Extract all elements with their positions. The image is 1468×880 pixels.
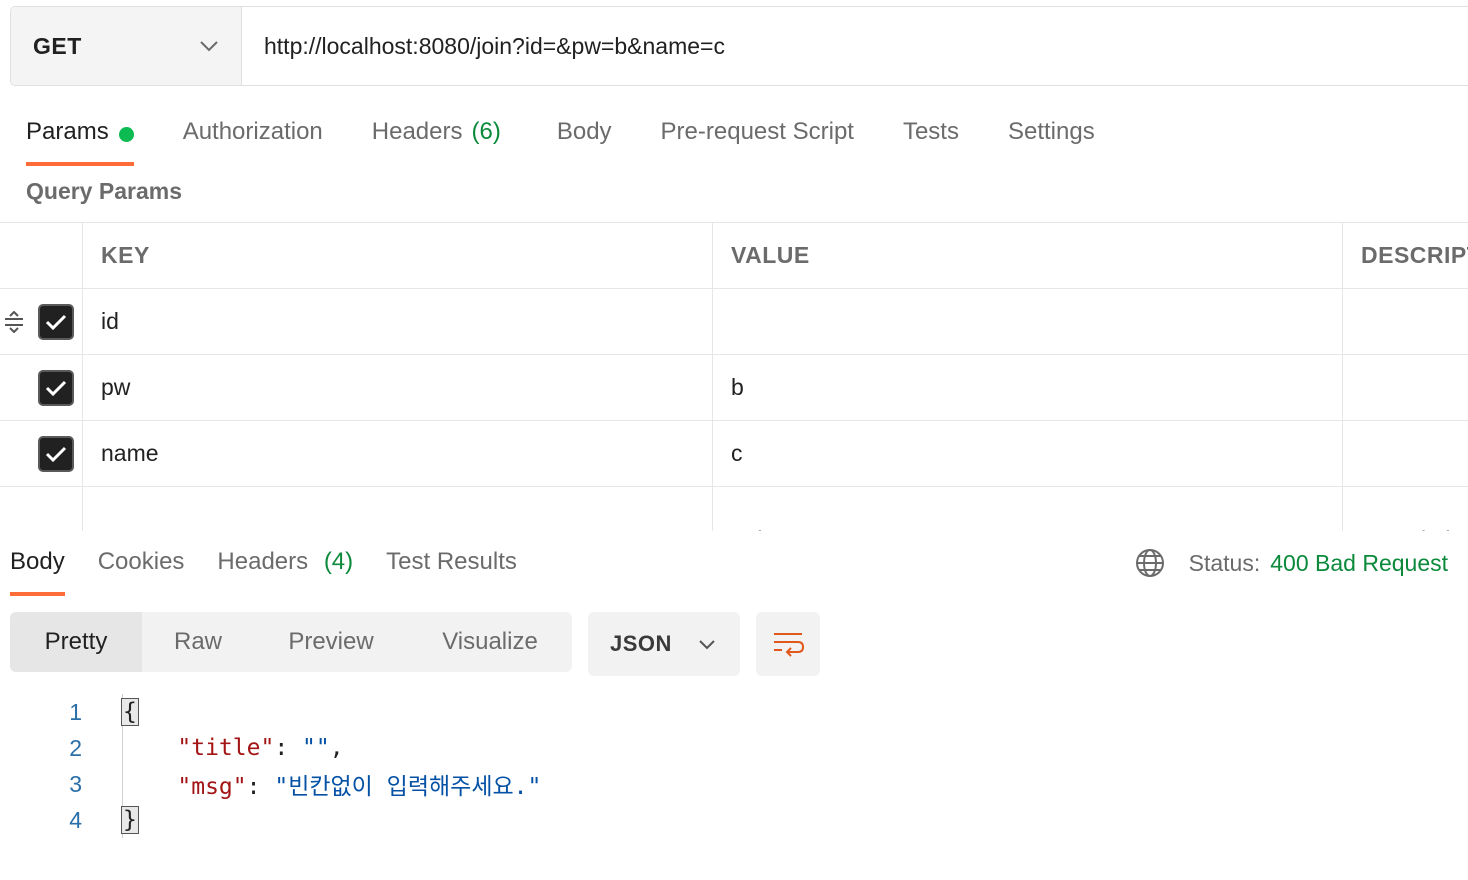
- tab-label: Body: [10, 548, 65, 575]
- format-select[interactable]: JSON: [588, 612, 740, 676]
- tab-response-body[interactable]: Body: [10, 540, 65, 596]
- tab-label: Authorization: [182, 118, 323, 145]
- request-bar: GET http://localhost:8080/join?id=&pw=b&…: [10, 6, 1468, 86]
- tab-tests[interactable]: Tests: [903, 110, 959, 166]
- code-text: }: [121, 806, 139, 834]
- param-description[interactable]: [1343, 421, 1468, 486]
- new-description-input[interactable]: Description: [1343, 487, 1468, 531]
- code-line: 1 {: [0, 694, 1000, 730]
- line-number: 3: [69, 770, 82, 797]
- view-mode-preview[interactable]: Preview: [254, 612, 408, 672]
- param-description[interactable]: [1343, 289, 1468, 354]
- row-check-cell: [0, 487, 83, 531]
- tab-response-headers[interactable]: Headers (4): [217, 540, 353, 596]
- json-value: "빈칸없이 입력해주세요.": [274, 774, 542, 800]
- headers-count: (6): [471, 118, 501, 145]
- tab-label: Tests: [902, 118, 959, 145]
- tab-body[interactable]: Body: [557, 110, 612, 166]
- tab-label: Headers: [371, 118, 463, 145]
- param-value[interactable]: b: [713, 355, 1343, 420]
- param-key[interactable]: name: [83, 421, 713, 486]
- code-text: "title": "",: [177, 735, 344, 761]
- column-header-description: DESCRIPTION: [1361, 242, 1468, 268]
- tab-label: Test Results: [386, 548, 517, 575]
- chevron-down-icon: [200, 41, 218, 52]
- tab-headers[interactable]: Headers (6): [372, 110, 501, 166]
- method-label: GET: [33, 32, 82, 59]
- view-mode-selector: Pretty Raw Preview Visualize: [10, 612, 572, 672]
- param-value[interactable]: c: [713, 421, 1343, 486]
- column-header-value: VALUE: [713, 223, 1343, 288]
- new-value-input[interactable]: Value: [713, 487, 1343, 531]
- code-line: 2 "title": "",: [0, 730, 1000, 766]
- json-key: "msg": [177, 774, 247, 800]
- status-label: Status:: [1188, 549, 1261, 576]
- params-active-dot: [118, 127, 134, 142]
- header-check-cell: [0, 223, 83, 288]
- tab-pre-request-script[interactable]: Pre-request Script: [661, 110, 854, 166]
- param-key[interactable]: id: [83, 289, 713, 354]
- table-header-row: KEY VALUE DESCRIPTION: [0, 223, 1468, 289]
- code-line: 4 }: [0, 802, 1000, 838]
- code-text: "msg": "빈칸없이 입력해주세요.": [177, 774, 542, 800]
- json-key: "title": [177, 735, 275, 761]
- param-key[interactable]: pw: [83, 355, 713, 420]
- tab-test-results[interactable]: Test Results: [386, 540, 517, 596]
- json-value: "": [302, 735, 330, 761]
- row-check-cell: [0, 421, 83, 486]
- response-headers-count: (4): [323, 548, 354, 575]
- response-status: Status: 400 Bad Request: [1135, 548, 1448, 578]
- globe-icon[interactable]: [1135, 548, 1165, 578]
- wrap-lines-button[interactable]: [756, 612, 820, 676]
- params-table: KEY VALUE DESCRIPTION id pw b: [0, 222, 1468, 531]
- tab-label: Settings: [1007, 118, 1095, 145]
- new-key-input[interactable]: Key: [83, 487, 713, 531]
- view-mode-pretty[interactable]: Pretty: [10, 612, 142, 672]
- response-body-code[interactable]: 1 { 2 "title": "", 3 "msg": "빈칸없이 입력해주세요…: [0, 694, 1000, 838]
- response-tabs: Body Cookies Headers (4) Test Results: [10, 540, 550, 596]
- method-select[interactable]: GET: [11, 7, 242, 85]
- url-input[interactable]: http://localhost:8080/join?id=&pw=b&name…: [242, 7, 1468, 85]
- drag-handle-icon[interactable]: [4, 311, 24, 333]
- param-value[interactable]: [713, 289, 1343, 354]
- tab-authorization[interactable]: Authorization: [183, 110, 323, 166]
- table-row-new: Key Value Description: [0, 487, 1468, 531]
- view-mode-visualize[interactable]: Visualize: [408, 612, 572, 672]
- table-row: pw b: [0, 355, 1468, 421]
- row-check-cell: [0, 289, 83, 354]
- tab-label: Headers: [217, 548, 309, 575]
- row-check-cell: [0, 355, 83, 420]
- tab-settings[interactable]: Settings: [1008, 110, 1095, 166]
- view-mode-raw[interactable]: Raw: [142, 612, 254, 672]
- status-value[interactable]: 400 Bad Request: [1270, 550, 1448, 577]
- tab-params[interactable]: Params: [26, 110, 134, 166]
- tab-label: Cookies: [97, 548, 185, 575]
- tab-label: Body: [556, 118, 612, 145]
- format-label: JSON: [610, 631, 672, 656]
- row-checkbox[interactable]: [38, 304, 74, 340]
- tab-label: Params: [26, 118, 109, 145]
- tab-label: Pre-request Script: [660, 118, 854, 145]
- checkmark-icon: [45, 380, 67, 397]
- table-row: id: [0, 289, 1468, 355]
- table-row: name c: [0, 421, 1468, 487]
- line-number: 1: [69, 698, 82, 725]
- checkmark-icon: [45, 446, 67, 463]
- request-tabs: Params Authorization Headers (6) Body Pr…: [26, 110, 1144, 166]
- wrap-lines-icon: [774, 633, 804, 657]
- code-text: {: [121, 698, 139, 726]
- row-checkbox[interactable]: [38, 436, 74, 472]
- param-description[interactable]: [1343, 355, 1468, 420]
- checkmark-icon: [45, 314, 67, 331]
- line-number: 2: [69, 734, 82, 761]
- row-checkbox[interactable]: [38, 370, 74, 406]
- column-header-key: KEY: [83, 223, 713, 288]
- line-number: 4: [69, 806, 82, 833]
- chevron-down-icon: [699, 639, 715, 649]
- tab-response-cookies[interactable]: Cookies: [98, 540, 185, 596]
- code-line: 3 "msg": "빈칸없이 입력해주세요.": [0, 766, 1000, 802]
- query-params-title: Query Params: [26, 178, 182, 204]
